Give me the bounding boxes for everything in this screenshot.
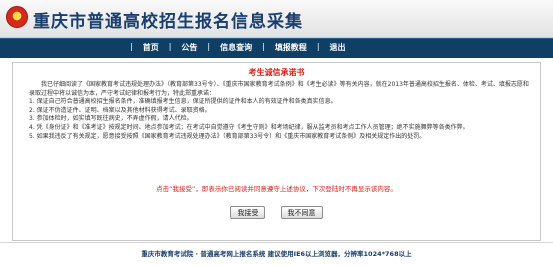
footer-divider — [0, 242, 553, 243]
decline-button[interactable]: 我不同意 — [280, 206, 323, 219]
nav-item-home[interactable]: 首页 — [133, 42, 169, 53]
notice-tip: 点击“我接受”，即表示你已阅读并同意遵守上述协议，下次登陆时不再显示该内容。 — [156, 185, 397, 193]
notice-paragraph: 1. 保证自己符合普通高校招生报名条件，准确填报考生信息，保证所提供的证件和本人… — [29, 98, 337, 106]
notice-paragraph: 4. 凭《身份证》和《准考证》按规定时间、地点参加考试；在考试中自觉遵守《考生守… — [29, 123, 469, 131]
page: { "header": { "title": "重庆市普通高校招生报名信息采集"… — [0, 0, 553, 266]
notice-panel: 考生诚信承诺书 我已仔细阅读了《国家教育考试违规处理办法》（教育部第33号令）、… — [12, 62, 541, 241]
notice-paragraph: 我已仔细阅读了《国家教育考试违规处理办法》（教育部第33号令）、《重庆市国家教育… — [29, 81, 529, 97]
site-title: 重庆市普通高校招生报名信息采集 — [33, 12, 303, 32]
nav-item-info-query[interactable]: 信息查询 — [210, 42, 262, 53]
nav-item-announcement[interactable]: 公告 — [171, 42, 207, 53]
button-row: 我接受 我不同意 — [13, 200, 540, 219]
notice-title: 考生诚信承诺书 — [248, 68, 305, 77]
emblem-logo — [6, 6, 28, 28]
site-header: 重庆市普通高校招生报名信息采集 — [0, 0, 553, 38]
accept-button[interactable]: 我接受 — [230, 206, 266, 219]
nav-bar: | 首页 | 公告 | 信息查询 | 填报教程 | 退出 — [0, 38, 553, 58]
footer-text: 重庆市教育考试院 · 普通高考网上报名系统 建议使用IE6以上浏览器，分辨率10… — [141, 250, 412, 258]
notice-paragraph: 5. 如果我违反了有关规定，愿意接受按照《国家教育考试违规处理办法》（教育部第3… — [29, 132, 426, 140]
notice-paragraph: 3. 参加体检时，如实填写既往病史，不弄虚作假，请人代检。 — [29, 115, 193, 123]
nav-item-tutorial[interactable]: 填报教程 — [265, 42, 317, 53]
nav-item-logout[interactable]: 退出 — [320, 42, 356, 53]
notice-body: 我已仔细阅读了《国家教育考试违规处理办法》（教育部第33号令）、《重庆市国家教育… — [29, 81, 529, 141]
